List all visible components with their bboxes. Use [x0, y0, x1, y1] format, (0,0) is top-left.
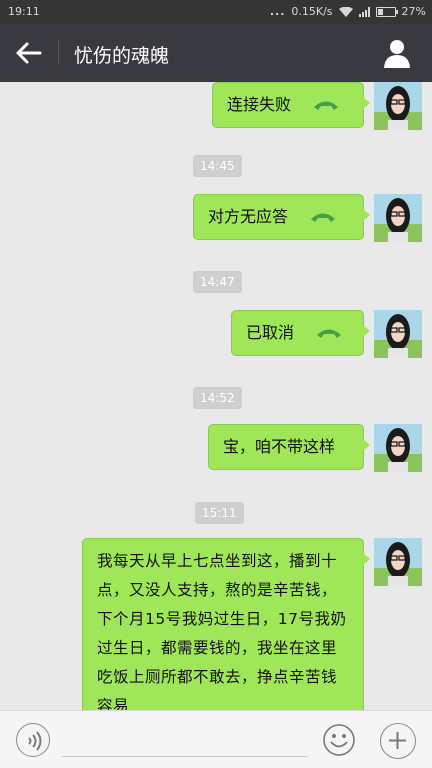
- call-bubble[interactable]: 已取消: [231, 310, 370, 356]
- plus-icon: [389, 732, 406, 749]
- emoji-icon[interactable]: [322, 723, 356, 757]
- chat-area: 连接失败 14:45 对方无应答 14:47 已取消 14:52 宝，咱不带这样…: [0, 82, 432, 710]
- profile-icon[interactable]: [382, 38, 412, 68]
- back-arrow-icon[interactable]: [14, 39, 44, 67]
- avatar[interactable]: [374, 538, 422, 586]
- call-bubble[interactable]: 对方无应答: [193, 194, 370, 240]
- voice-icon: [28, 731, 42, 751]
- timestamp: 15:11: [195, 502, 244, 524]
- title-bar: 忧伤的魂魄: [0, 24, 432, 82]
- call-bubble[interactable]: 连接失败: [212, 82, 370, 128]
- voice-input-button[interactable]: [16, 723, 50, 757]
- status-bar: 19:11 ... 0.15K/s 27%: [0, 0, 432, 24]
- timestamp: 14:45: [193, 155, 242, 177]
- notification-dots: ...: [269, 5, 286, 18]
- avatar[interactable]: [374, 194, 422, 242]
- input-bar: [0, 710, 432, 768]
- phone-icon: [311, 213, 336, 222]
- call-status-text: 连接失败: [227, 95, 292, 114]
- text-bubble[interactable]: 宝，咱不带这样: [208, 424, 370, 470]
- network-speed: 0.15K/s: [291, 5, 333, 18]
- message-text: 宝，咱不带这样: [223, 437, 336, 456]
- timestamp: 14:47: [193, 271, 242, 293]
- phone-icon: [317, 329, 342, 338]
- more-options-button[interactable]: [380, 723, 416, 759]
- message-text: 我每天从早上七点坐到这，播到十点，又没人支持，熬的是辛苦钱，下个月15号我妈过生…: [97, 552, 347, 710]
- status-indicators: ... 0.15K/s 27%: [270, 5, 426, 18]
- avatar[interactable]: [374, 424, 422, 472]
- battery-percent: 27%: [401, 5, 426, 18]
- status-time: 19:11: [8, 5, 40, 18]
- avatar[interactable]: [374, 82, 422, 130]
- signal-icon: [358, 6, 370, 17]
- call-status-text: 已取消: [246, 323, 295, 342]
- battery-icon: [375, 6, 398, 17]
- phone-icon: [314, 101, 339, 110]
- avatar[interactable]: [374, 310, 422, 358]
- title-divider: [58, 41, 59, 65]
- chat-title: 忧伤的魂魄: [74, 45, 170, 67]
- wifi-icon: [338, 6, 353, 17]
- message-input[interactable]: [62, 725, 308, 757]
- timestamp: 14:52: [193, 387, 242, 409]
- call-status-text: 对方无应答: [208, 207, 289, 226]
- text-bubble[interactable]: 我每天从早上七点坐到这，播到十点，又没人支持，熬的是辛苦钱，下个月15号我妈过生…: [82, 538, 370, 710]
